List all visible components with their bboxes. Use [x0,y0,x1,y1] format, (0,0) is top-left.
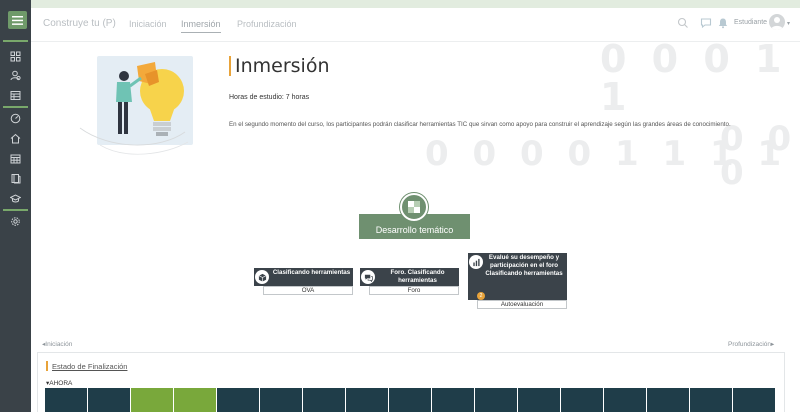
completion-block[interactable] [131,388,173,412]
hamburger-icon[interactable] [8,11,27,29]
dashboard-icon[interactable] [0,47,31,65]
desarrollo-tematico-label: Desarrollo temático [375,225,454,235]
completion-block[interactable] [346,388,388,412]
activity-card-foro[interactable]: Foro. Clasificando herramientas [360,268,459,286]
activity-card-ova[interactable]: Clasificando herramientas [254,268,353,286]
sidebar-divider [3,209,28,211]
completion-block[interactable] [604,388,646,412]
activity-type-autoevaluacion[interactable]: Autoevaluación [477,300,567,309]
app-root: Construye tu (P) Iniciación Inmersión Pr… [0,0,800,412]
completion-block[interactable] [647,388,689,412]
completion-blocks [45,388,775,412]
now-label: AHORA [49,380,73,387]
tab-inmersion[interactable]: Inmersión [181,19,221,33]
course-name[interactable]: Construye tu (P) [43,18,116,29]
decorative-curve [79,127,189,155]
gradebook-icon[interactable] [0,86,31,104]
chevron-down-icon[interactable]: ▾ [787,20,790,27]
cube-icon [255,270,269,284]
home-icon[interactable] [0,129,31,147]
completion-block[interactable] [733,388,775,412]
completion-block[interactable] [518,388,560,412]
completion-block[interactable] [432,388,474,412]
next-section-link[interactable]: Profundización▸ [728,340,774,348]
bell-icon[interactable] [717,17,729,29]
attempts-badge: 2 [477,292,485,300]
study-hours: Horas de estudio: 7 horas [229,94,310,101]
user-name[interactable]: Estudiante [734,19,767,26]
bar-chart-icon [469,255,483,269]
completion-title[interactable]: Estado de Finalización [52,362,127,371]
chat-icon[interactable] [700,17,712,29]
puzzle-icon [400,193,428,221]
title-accent [229,56,231,76]
activity-title: Evalué su desempeño y participación en e… [485,254,563,277]
gear-icon[interactable] [0,212,31,230]
completion-block[interactable] [45,388,87,412]
completion-block[interactable] [389,388,431,412]
tab-iniciacion[interactable]: Iniciación [129,19,167,29]
search-icon[interactable] [677,17,689,29]
sidebar-divider [3,106,28,108]
activity-type-ova[interactable]: OVA [263,286,353,295]
chat-bubbles-icon [361,270,375,284]
completion-block[interactable] [303,388,345,412]
background-digits: 0 0 0 [720,119,798,193]
completion-status-panel: Estado de Finalización ▾AHORA [37,352,785,412]
background-digits: 0 0 0 1 1 [600,37,788,119]
completion-block[interactable] [690,388,732,412]
sidebar-divider [3,40,28,42]
now-marker: ▾AHORA [46,380,73,387]
activity-type-foro[interactable]: Foro [369,286,459,295]
tab-profundizacion[interactable]: Profundización [237,19,297,29]
avatar[interactable] [769,14,785,30]
sidebar [0,0,31,412]
completion-block[interactable] [561,388,603,412]
users-icon[interactable] [0,66,31,84]
calendar-icon[interactable] [0,149,31,167]
completion-block[interactable] [174,388,216,412]
completion-block[interactable] [475,388,517,412]
completion-accent [46,361,48,371]
completion-block[interactable] [217,388,259,412]
top-accent-bar [31,0,800,8]
book-icon[interactable] [0,169,31,187]
completion-block[interactable] [260,388,302,412]
speedometer-icon[interactable] [0,109,31,127]
prev-section-link[interactable]: ◂Iniciación [42,340,72,348]
completion-block[interactable] [88,388,130,412]
graduation-icon[interactable] [0,189,31,207]
page-title: Inmersión [235,55,330,77]
section-description: En el segundo momento del curso, los par… [229,121,731,128]
